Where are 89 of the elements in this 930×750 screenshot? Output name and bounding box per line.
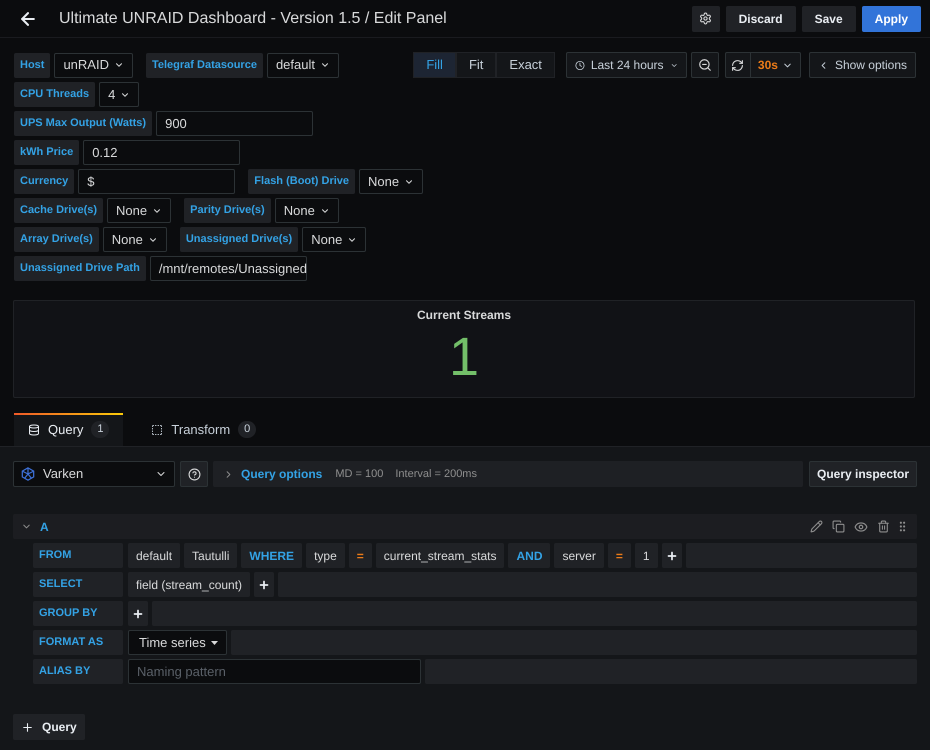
add-segment-button[interactable]	[128, 601, 148, 626]
variable-select[interactable]: unRAID	[54, 52, 133, 78]
eye-icon[interactable]	[854, 520, 868, 534]
variable-select[interactable]: default	[266, 52, 339, 78]
add-segment-button[interactable]	[662, 543, 682, 568]
query-segment[interactable]: Tautulli	[184, 543, 238, 568]
zoom-out-button[interactable]	[690, 52, 719, 78]
fit-mode-button[interactable]: Fill	[413, 52, 456, 78]
help-button[interactable]	[180, 461, 208, 487]
query-operator[interactable]: =	[608, 543, 631, 568]
copy-icon[interactable]	[832, 520, 845, 533]
caret-icon	[211, 640, 218, 644]
hexagon-logo-icon	[21, 467, 35, 481]
header-button[interactable]: Save	[802, 6, 856, 32]
stat-value: 1	[448, 328, 480, 386]
variable-select[interactable]: None	[102, 227, 167, 252]
query-segment[interactable]: 1	[634, 543, 658, 568]
query-row-label: FORMAT AS	[33, 630, 123, 655]
interval-text: Interval = 200ms	[395, 466, 477, 482]
fit-mode-button[interactable]: Fit	[456, 52, 496, 78]
variable-select[interactable]: None	[302, 227, 366, 252]
add-segment-button[interactable]	[254, 572, 274, 597]
variable-label: Telegraf Datasource	[146, 52, 263, 78]
variable-label: Unassigned Drive(s)	[180, 227, 298, 252]
datasource-picker[interactable]: Varken	[13, 461, 175, 487]
variable-label: Currency	[14, 169, 74, 194]
text-input[interactable]: 900	[156, 111, 314, 136]
refresh-button[interactable]	[724, 52, 751, 78]
query-options-label: Query options	[241, 466, 322, 483]
query-segment[interactable]: default	[128, 543, 180, 568]
text-input[interactable]: $	[78, 169, 236, 194]
variable-label: Flash (Boot) Drive	[248, 169, 356, 194]
count-badge: 0	[238, 421, 256, 438]
text-input[interactable]: /mnt/remotes/Unassigned	[150, 256, 307, 281]
plus-icon	[258, 578, 270, 590]
query-row-label: ALIAS BY	[33, 659, 123, 684]
query-keyword: AND	[508, 543, 550, 568]
variable-label: CPU Threads	[14, 82, 96, 107]
variable-select[interactable]: None	[274, 198, 339, 223]
pencil-icon[interactable]	[810, 520, 823, 533]
refresh-icon	[731, 58, 744, 72]
time-range-picker[interactable]: Last 24 hours	[566, 52, 687, 78]
add-query-button[interactable]: Query	[13, 714, 85, 740]
show-options-button[interactable]: Show options	[808, 52, 916, 78]
text-input[interactable]: 0.12	[83, 140, 240, 165]
query-segment[interactable]: type	[306, 543, 345, 568]
query-ref-id: A	[40, 518, 49, 536]
zoom-out-icon	[698, 58, 712, 72]
header-button[interactable]: Apply	[862, 6, 921, 32]
plus-icon	[132, 608, 144, 620]
database-icon	[28, 424, 40, 436]
plus-icon	[666, 550, 678, 562]
query-keyword: WHERE	[241, 543, 302, 568]
editor-tab[interactable]: Query 1	[14, 413, 124, 446]
query-row-label: FROM	[33, 543, 123, 568]
fit-mode-button[interactable]: Exact	[496, 52, 555, 78]
format-select[interactable]: Time series	[128, 630, 227, 655]
page-title: Ultimate UNRAID Dashboard - Version 1.5 / Edit Panel	[59, 8, 447, 28]
clock-icon	[574, 58, 585, 72]
settings-button[interactable]	[692, 6, 720, 32]
query-options-bar[interactable]: Query options MD = 100 Interval = 200ms	[213, 461, 803, 487]
variable-label: Array Drive(s)	[14, 227, 99, 252]
header-button[interactable]: Discard	[726, 6, 796, 32]
variable-label: Parity Drive(s)	[184, 198, 271, 223]
plus-icon	[21, 720, 34, 734]
query-inspector-button[interactable]: Query inspector	[809, 461, 917, 487]
help-icon	[188, 468, 200, 480]
editor-tab[interactable]: Transform 0	[137, 413, 270, 446]
query-row-label: GROUP BY	[33, 601, 123, 626]
query-segment[interactable]: server	[554, 543, 604, 568]
variable-label: Cache Drive(s)	[14, 198, 104, 223]
trash-icon[interactable]	[877, 520, 890, 533]
variable-select[interactable]: None	[359, 169, 424, 194]
variable-label: UPS Max Output (Watts)	[14, 111, 152, 136]
variable-label: Host	[14, 52, 50, 78]
max-data-points-text: MD = 100	[335, 466, 384, 482]
query-segment[interactable]: current_stream_stats	[376, 543, 504, 568]
panel-title: Current Streams	[416, 307, 512, 324]
query-operator[interactable]: =	[348, 543, 372, 568]
query-row-label: SELECT	[33, 572, 123, 597]
query-segment[interactable]: field (stream_count)	[128, 572, 250, 597]
count-badge: 1	[91, 421, 110, 438]
variable-label: Unassigned Drive Path	[14, 256, 146, 281]
settings-icon	[699, 12, 712, 25]
refresh-interval-select[interactable]: 30s	[750, 52, 801, 78]
variable-label: kWh Price	[14, 140, 80, 165]
dashed-square-icon	[151, 424, 164, 436]
variable-select[interactable]: 4	[99, 82, 140, 107]
variable-select[interactable]: None	[107, 198, 172, 223]
